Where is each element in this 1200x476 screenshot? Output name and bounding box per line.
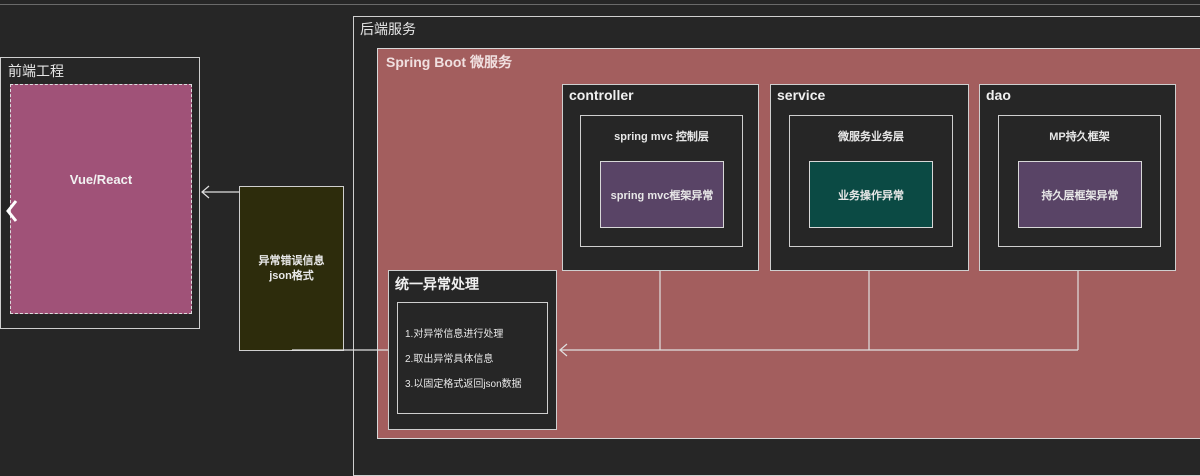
connector-lines [201, 185, 1079, 357]
